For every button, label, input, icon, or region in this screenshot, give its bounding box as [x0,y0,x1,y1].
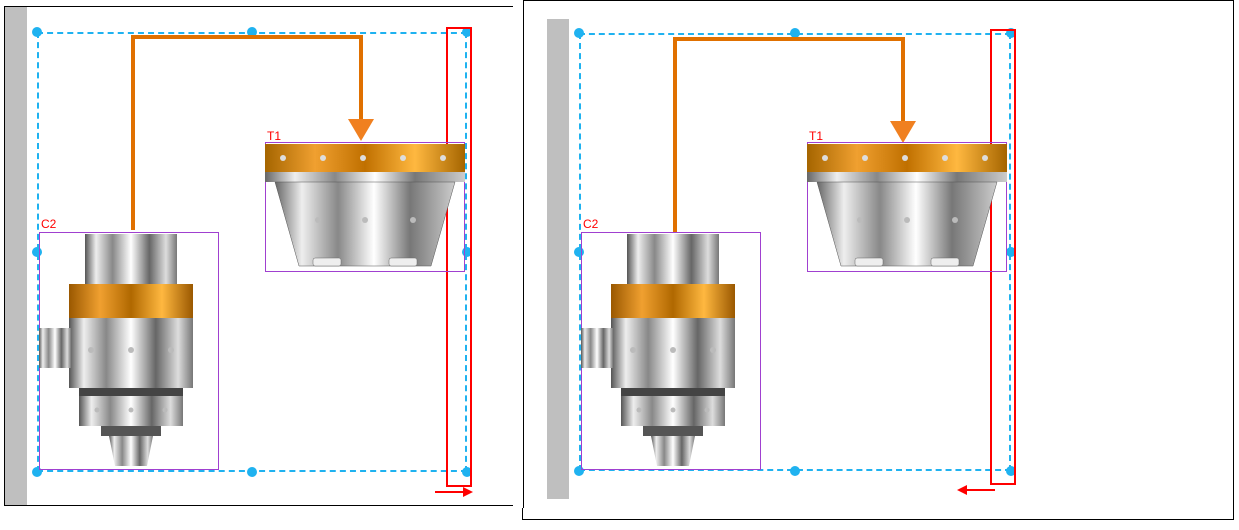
label-c2: C2 [41,217,56,231]
grey-sidebar [547,19,569,499]
sel-handle-tl[interactable] [32,27,42,37]
c2-body [35,230,223,474]
flow-arrow-v1 [673,37,677,232]
panel-left[interactable]: C2 T1 [5,7,513,505]
diagram-stage: C2 T1 [0,0,1239,530]
flow-arrow-v2 [359,35,363,125]
arrow-right-icon [435,485,475,499]
flow-arrow-v2 [901,37,905,127]
panel-overlap-edge [513,0,524,508]
flow-arrow-h [131,35,363,39]
c2-body [577,230,765,474]
sel-handle-bm[interactable] [790,466,800,476]
flow-arrow-v1 [131,35,135,230]
arrow-left-icon [955,483,995,497]
sel-handle-bm[interactable] [247,467,257,477]
grey-sidebar [5,7,27,505]
flow-arrowhead-icon [348,119,374,141]
panel-right[interactable]: C2 T1 [523,1,1233,519]
t1-body [805,140,1009,274]
sel-handle-tl[interactable] [574,28,584,38]
flow-arrow-h [673,37,905,41]
label-c2: C2 [583,217,598,231]
t1-body [263,140,467,274]
